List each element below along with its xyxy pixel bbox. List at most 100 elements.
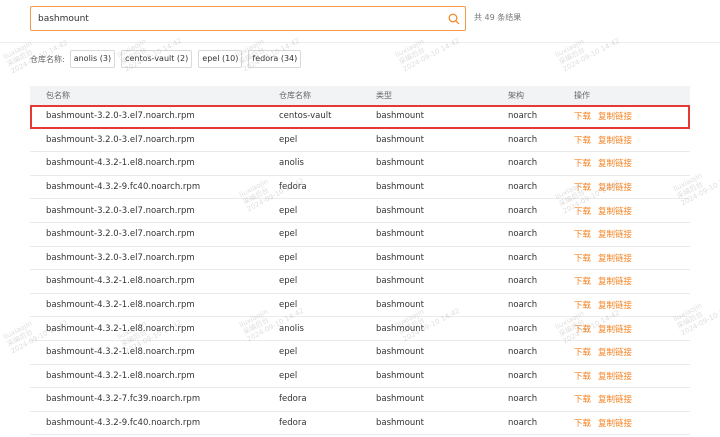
copy-link-button[interactable]: 复制链接 (598, 395, 632, 405)
package-name: bashmount-3.2.0-3.el7.noarch.rpm (46, 111, 195, 122)
copy-link-button[interactable]: 复制链接 (598, 159, 632, 169)
architecture: noarch (508, 370, 538, 381)
architecture: noarch (508, 229, 538, 240)
package-table: 包名称 仓库名称 类型 架构 操作 bashmount-3.2.0-3.el7.… (30, 86, 690, 436)
column-header-package-name: 包名称 (46, 91, 70, 100)
copy-link-button[interactable]: 复制链接 (598, 301, 632, 311)
repository-name: epel (279, 347, 298, 358)
package-name: bashmount-4.3.2-1.el8.noarch.rpm (46, 323, 195, 334)
download-link[interactable]: 下载 (574, 325, 591, 335)
repository-name: anolis (279, 158, 304, 169)
copy-link-button[interactable]: 复制链接 (598, 372, 632, 382)
column-header-type: 类型 (376, 91, 392, 100)
copy-link-button[interactable]: 复制链接 (598, 348, 632, 358)
package-type: bashmount (376, 276, 425, 287)
repository-name: epel (279, 300, 298, 311)
package-name: bashmount-4.3.2-1.el8.noarch.rpm (46, 300, 195, 311)
row-actions: 下载 复制链接 (574, 110, 690, 122)
package-name: bashmount-3.2.0-3.el7.noarch.rpm (46, 252, 195, 263)
row-actions: 下载 复制链接 (574, 299, 690, 311)
row-actions: 下载 复制链接 (574, 205, 690, 217)
column-header-repository: 仓库名称 (279, 91, 311, 100)
package-type: bashmount (376, 111, 425, 122)
table-row: bashmount-4.3.2-1.el8.noarch.rpm epel bash… (30, 294, 690, 318)
architecture: noarch (508, 205, 538, 216)
download-link[interactable]: 下载 (574, 277, 591, 287)
package-name: bashmount-4.3.2-1.el8.noarch.rpm (46, 158, 195, 169)
filter-chip-fedora[interactable]: fedora (34) (248, 50, 302, 68)
architecture: noarch (508, 300, 538, 311)
row-actions: 下载 复制链接 (574, 252, 690, 264)
package-name: bashmount-3.2.0-3.el7.noarch.rpm (46, 205, 195, 216)
row-actions: 下载 复制链接 (574, 323, 690, 335)
package-type: bashmount (376, 182, 425, 193)
download-link[interactable]: 下载 (574, 183, 591, 193)
search-icon[interactable] (443, 8, 465, 30)
package-name: bashmount-3.2.0-3.el7.noarch.rpm (46, 229, 195, 240)
download-link[interactable]: 下载 (574, 372, 591, 382)
copy-link-button[interactable]: 复制链接 (598, 230, 632, 240)
download-link[interactable]: 下载 (574, 395, 591, 405)
filter-chip-epel[interactable]: epel (10) (198, 50, 243, 68)
column-header-actions: 操作 (574, 91, 590, 100)
architecture: noarch (508, 158, 538, 169)
row-actions: 下载 复制链接 (574, 275, 690, 287)
watermark-line: liuxiaojin (554, 37, 586, 60)
package-name: bashmount-4.3.2-1.el8.noarch.rpm (46, 347, 195, 358)
copy-link-button[interactable]: 复制链接 (598, 419, 632, 429)
copy-link-button[interactable]: 复制链接 (598, 136, 632, 146)
table-row: bashmount-3.2.0-3.el7.noarch.rpm epel bash… (30, 199, 690, 223)
copy-link-button[interactable]: 复制链接 (598, 254, 632, 264)
copy-link-button[interactable]: 复制链接 (598, 325, 632, 335)
repository-name: epel (279, 276, 298, 287)
search-input[interactable] (31, 7, 443, 30)
repository-filter-label: 仓库名称: (30, 54, 65, 64)
architecture: noarch (508, 323, 538, 334)
download-link[interactable]: 下载 (574, 419, 591, 429)
copy-link-button[interactable]: 复制链接 (598, 112, 632, 122)
download-link[interactable]: 下载 (574, 112, 591, 122)
package-type: bashmount (376, 229, 425, 240)
repository-filter: 仓库名称: anolis (3) centos-vault (2) epel (… (30, 50, 307, 68)
download-link[interactable]: 下载 (574, 159, 591, 169)
architecture: noarch (508, 182, 538, 193)
table-row: bashmount-4.3.2-1.el8.noarch.rpm epel bash… (30, 365, 690, 389)
architecture: noarch (508, 418, 538, 429)
architecture: noarch (508, 252, 538, 263)
table-row: bashmount-4.3.2-1.el8.noarch.rpm anolis ba… (30, 317, 690, 341)
download-link[interactable]: 下载 (574, 254, 591, 264)
download-link[interactable]: 下载 (574, 136, 591, 146)
filter-chip-anolis[interactable]: anolis (3) (69, 50, 116, 68)
repository-name: fedora (279, 394, 307, 405)
package-type: bashmount (376, 418, 425, 429)
table-row: bashmount-4.3.2-1.el8.noarch.rpm epel bash… (30, 341, 690, 365)
row-actions: 下载 复制链接 (574, 134, 690, 146)
package-type: bashmount (376, 347, 425, 358)
repository-name: centos-vault (279, 111, 332, 122)
table-row: bashmount-3.2.0-3.el7.noarch.rpm epel bash… (30, 223, 690, 247)
table-row: bashmount-4.3.2-9.fc40.noarch.rpm fedora b… (30, 176, 690, 200)
filter-chip-centos-vault[interactable]: centos-vault (2) (121, 50, 193, 68)
package-type: bashmount (376, 323, 425, 334)
download-link[interactable]: 下载 (574, 301, 591, 311)
table-row: bashmount-4.3.2-1.el8.noarch.rpm anolis ba… (30, 152, 690, 176)
download-link[interactable]: 下载 (574, 207, 591, 217)
repository-name: anolis (279, 323, 304, 334)
row-actions: 下载 复制链接 (574, 157, 690, 169)
table-row: bashmount-4.3.2-1.el8.noarch.rpm epel bash… (30, 270, 690, 294)
table-header: 包名称 仓库名称 类型 架构 操作 (30, 86, 690, 105)
package-name: bashmount-4.3.2-7.fc39.noarch.rpm (46, 394, 201, 405)
copy-link-button[interactable]: 复制链接 (598, 183, 632, 193)
repository-name: epel (279, 370, 298, 381)
copy-link-button[interactable]: 复制链接 (598, 207, 632, 217)
copy-link-button[interactable]: 复制链接 (598, 277, 632, 287)
watermark-line: 采编后台 (397, 46, 427, 67)
download-link[interactable]: 下载 (574, 230, 591, 240)
architecture: noarch (508, 347, 538, 358)
search-box[interactable] (30, 6, 466, 31)
repository-name: fedora (279, 418, 307, 429)
row-actions: 下载 复制链接 (574, 346, 690, 358)
row-actions: 下载 复制链接 (574, 417, 690, 429)
download-link[interactable]: 下载 (574, 348, 591, 358)
table-row: bashmount-3.2.0-3.el7.noarch.rpm epel bash… (30, 129, 690, 153)
